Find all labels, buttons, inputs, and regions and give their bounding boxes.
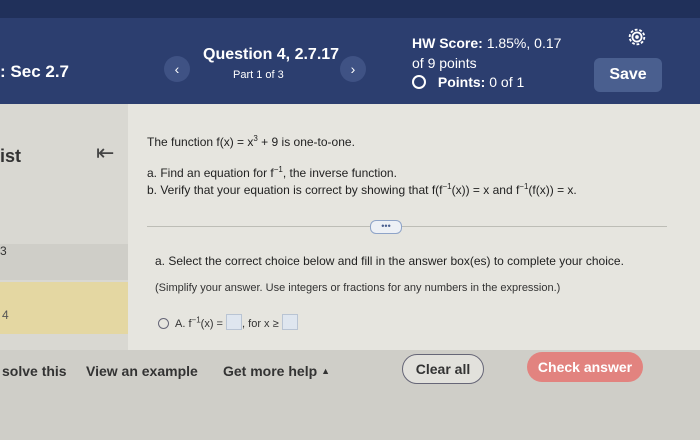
- choice-a-mid: (x) =: [200, 318, 223, 330]
- part-a-post: , the inverse function.: [282, 166, 397, 180]
- get-more-help-button[interactable]: Get more help ▲: [223, 363, 330, 379]
- choice-a-cond: , for x ≥: [242, 318, 279, 330]
- course-title: Sec 2.7: [10, 62, 70, 81]
- answer-instruction: a. Select the correct choice below and f…: [155, 254, 624, 268]
- part-b-post: (f(x)) = x.: [528, 183, 577, 197]
- choice-a-radio[interactable]: [158, 318, 169, 329]
- sidebar-item-4[interactable]: 4: [0, 282, 128, 334]
- collapse-left-icon[interactable]: ⇤: [96, 140, 114, 166]
- choice-a-exp: −1: [191, 315, 201, 325]
- check-answer-button[interactable]: Check answer: [527, 352, 643, 382]
- choice-a-label: A.: [175, 318, 186, 330]
- function-statement: The function f(x) = x3 + 9 is one-to-one…: [147, 134, 355, 149]
- part-b-mid: (x)) = x and f: [451, 183, 520, 197]
- choice-a[interactable]: A. f−1(x) = , for x ≥: [158, 314, 298, 330]
- part-b-exp1: −1: [442, 182, 452, 191]
- domain-answer-box[interactable]: [281, 314, 298, 330]
- answer-hint: (Simplify your answer. Use integers or f…: [155, 282, 561, 294]
- hw-points-total: of 9 points: [412, 55, 477, 71]
- clear-all-button[interactable]: Clear all: [402, 354, 484, 384]
- header-top-strip: [0, 0, 700, 18]
- hw-score-value: 1.85%, 0.17: [486, 35, 562, 51]
- view-example-link[interactable]: View an example: [86, 363, 198, 379]
- sidebar-item-3[interactable]: 3: [0, 244, 128, 280]
- header-bar: : Sec 2.7 ‹ Question 4, 2.7.17 Part 1 of…: [0, 0, 700, 104]
- statement-text-end: + 9 is one-to-one.: [257, 135, 355, 149]
- points-value: 0 of 1: [489, 74, 525, 90]
- question-part: Part 1 of 3: [233, 69, 284, 81]
- save-button[interactable]: Save: [594, 58, 662, 92]
- get-more-help-label: Get more help: [223, 363, 318, 379]
- question-title: Question 4, 2.7.17: [203, 46, 340, 63]
- more-dots-button[interactable]: •••: [370, 220, 402, 234]
- part-a-text: a. Find an equation for f−1, the inverse…: [147, 165, 397, 180]
- part-b-pre: b. Verify that your equation is correct …: [147, 183, 443, 197]
- prev-question-button[interactable]: ‹: [164, 56, 190, 82]
- inverse-answer-box[interactable]: [226, 314, 243, 330]
- caret-up-icon: ▲: [321, 366, 331, 376]
- question-list-title: ist: [0, 146, 22, 166]
- chevron-left-icon: ‹: [174, 61, 180, 77]
- part-a-exp: −1: [273, 165, 283, 174]
- points-status: Points: 0 of 1: [412, 74, 524, 90]
- section-divider: [147, 226, 667, 227]
- part-a-pre: a. Find an equation for f: [147, 166, 274, 180]
- hw-score-label: HW Score:: [412, 35, 483, 51]
- help-me-solve-link[interactable]: solve this: [2, 363, 67, 379]
- chevron-right-icon: ›: [350, 61, 356, 77]
- hw-score: HW Score: 1.85%, 0.17: [412, 35, 561, 51]
- sidebar-item-4-label: 4: [2, 308, 9, 322]
- course-label[interactable]: : Sec 2.7: [0, 62, 69, 82]
- circle-status-icon: [412, 75, 426, 89]
- course-prefix: :: [0, 62, 6, 81]
- statement-text: The function f(x) = x: [147, 135, 254, 149]
- part-b-text: b. Verify that your equation is correct …: [147, 182, 577, 197]
- next-question-button[interactable]: ›: [340, 56, 366, 82]
- gear-icon[interactable]: [626, 26, 648, 48]
- points-label: Points:: [437, 74, 486, 90]
- sidebar-item-3-label: 3: [0, 244, 7, 258]
